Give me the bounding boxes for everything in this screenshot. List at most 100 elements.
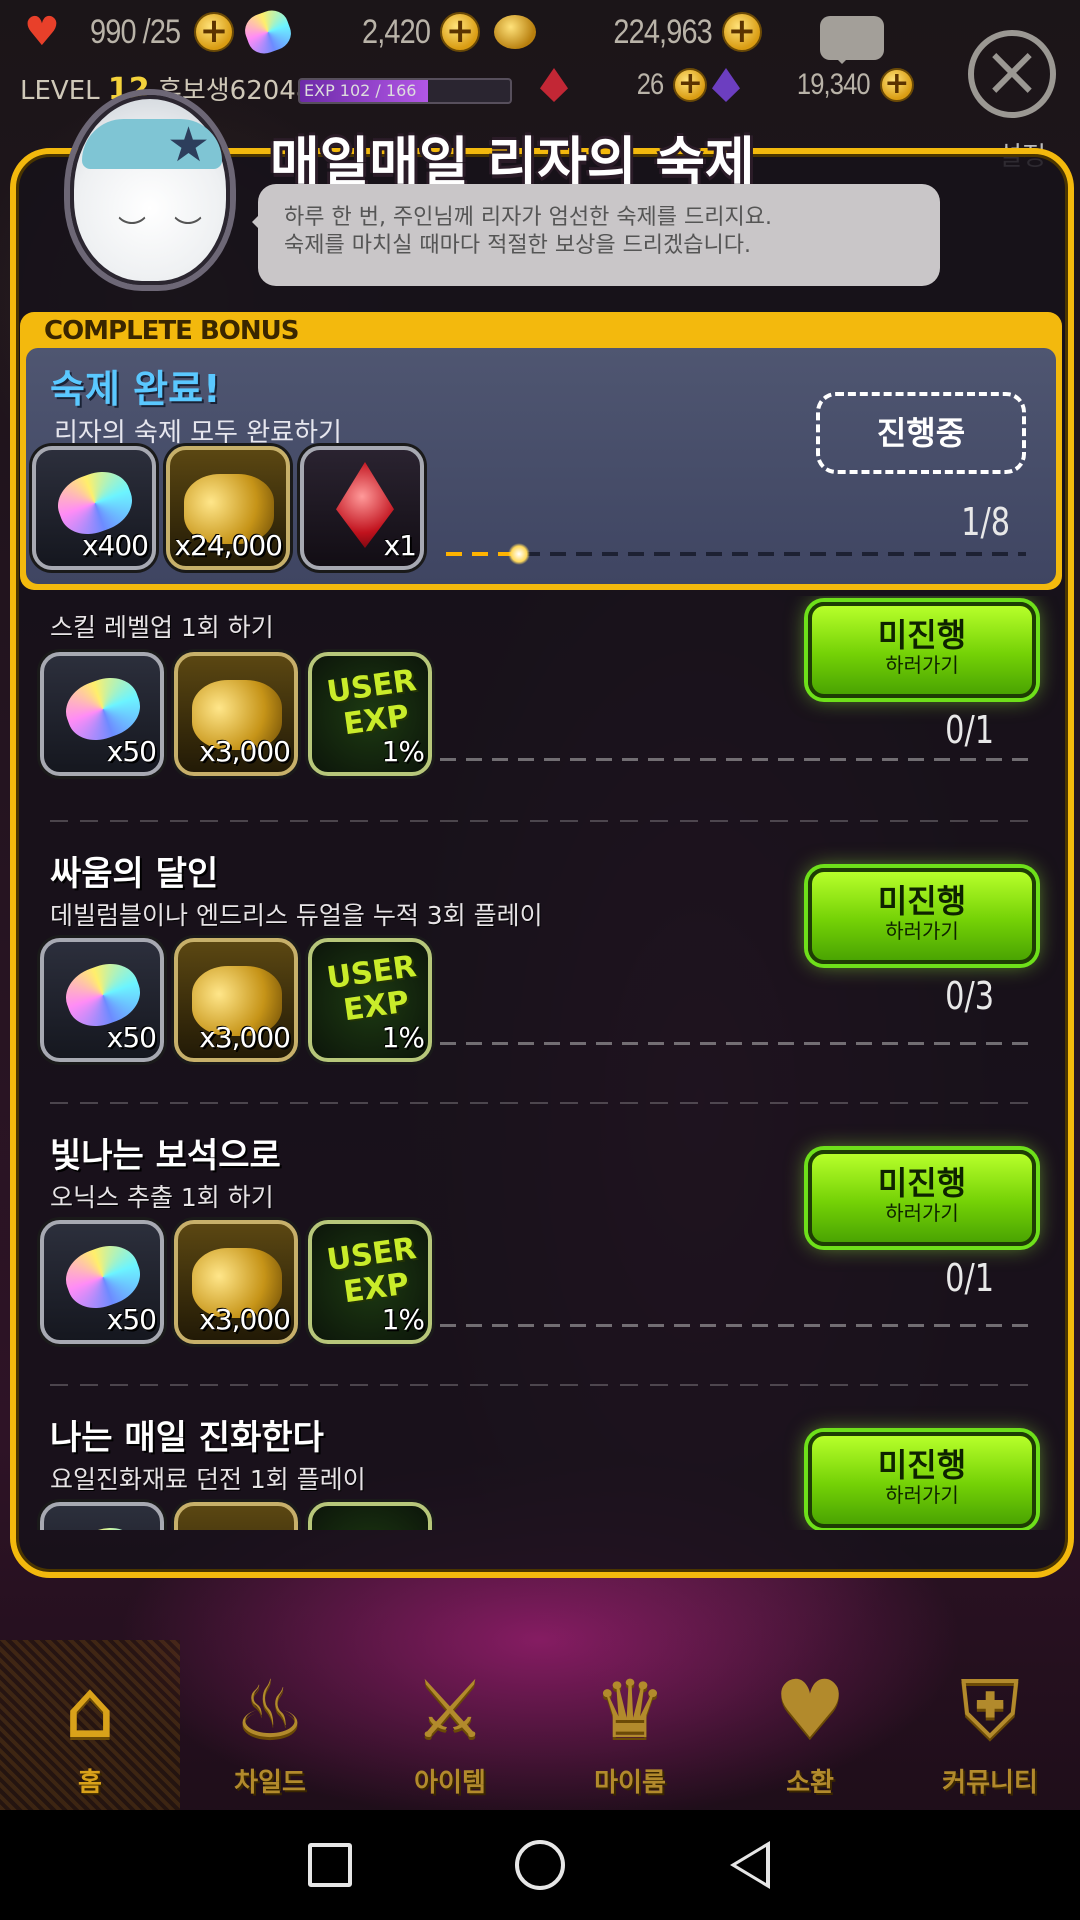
add-stamina-button[interactable]: + <box>194 12 234 52</box>
reward-gem[interactable]: x400 <box>32 446 156 570</box>
quest-go-button[interactable]: 미진행 하러가기 <box>808 868 1036 964</box>
player-level: LEVEL 12 후보생6204862 <box>20 70 345 107</box>
nav-home[interactable]: ⌂ 홈 <box>0 1640 180 1810</box>
quest-button-status: 미진행 <box>877 1164 967 1202</box>
reward-qty: x3,000 <box>199 1303 291 1336</box>
back-button[interactable] <box>720 1835 780 1895</box>
back-triangle-icon <box>730 1841 770 1889</box>
reward-qty: x50 <box>106 1021 157 1054</box>
purple-crystal-icon <box>712 68 740 102</box>
stamina-max: /25 <box>142 12 180 51</box>
reward-user-exp[interactable]: USER EXP 1% <box>308 1220 432 1344</box>
quest-item-daily-evolution: 나는 매일 진화한다 요일진화재료 던전 1회 플레이 미진행 하러가기 <box>20 1410 1060 1530</box>
reward-gold[interactable] <box>174 1502 298 1530</box>
reward-gem[interactable]: x50 <box>40 1220 164 1344</box>
lisa-avatar: ★ ︶︶ <box>70 95 230 285</box>
gem-value: 2,420 <box>362 12 431 51</box>
gem-icon <box>58 1519 148 1530</box>
nav-community[interactable]: ⛨ 커뮤니티 <box>900 1640 1080 1810</box>
recent-apps-button[interactable] <box>300 1835 360 1895</box>
quest-button-action: 하러가기 <box>885 1201 959 1225</box>
nav-child[interactable]: ♨ 차일드 <box>180 1640 360 1810</box>
nav-label: 마이룸 <box>594 1768 666 1798</box>
reward-qty: 1% <box>381 1303 425 1336</box>
quest-title: 빛나는 보석으로 <box>50 1136 281 1176</box>
quest-button-status: 미진행 <box>877 882 967 920</box>
quest-go-button[interactable]: 미진행 하러가기 <box>808 1150 1036 1246</box>
add-red-crystal-button[interactable]: + <box>673 68 708 102</box>
level-label: LEVEL <box>20 76 100 106</box>
quest-rewards: x50 x3,000 USER EXP 1% <box>40 938 432 1062</box>
quest-rewards <box>40 1502 432 1530</box>
quest-button-status: 미진행 <box>877 616 967 654</box>
reward-qty: x24,000 <box>174 529 283 562</box>
quest-desc: 요일진화재료 던전 1회 플레이 <box>50 1465 366 1494</box>
gem-counter: 2,420 + <box>240 5 481 59</box>
complete-bonus-title: 숙제 완료! <box>50 367 221 411</box>
nav-label: 커뮤니티 <box>942 1768 1038 1798</box>
shield-icon: ⛨ <box>960 1663 1020 1756</box>
complete-bonus-desc: 리자의 숙제 모두 완료하기 <box>54 418 342 448</box>
nav-summon[interactable]: ♥ 소환 <box>720 1640 900 1810</box>
reward-user-exp[interactable] <box>308 1502 432 1530</box>
gem-icon <box>240 5 296 59</box>
reward-gold[interactable]: x3,000 <box>174 938 298 1062</box>
quest-list[interactable]: 스킬 레벨업 1회 하기 미진행 하러가기 0/1 x50 x3,000 USE… <box>20 596 1060 1530</box>
reward-qty: x1 <box>383 529 417 562</box>
add-gold-button[interactable]: + <box>721 12 762 52</box>
complete-bonus-progress <box>446 543 1026 565</box>
stamina-counter: ♥ 990 /25 + <box>24 12 234 52</box>
home-button[interactable] <box>510 1835 570 1895</box>
reward-qty: x3,000 <box>199 735 291 768</box>
quest-progress-line <box>440 1042 1030 1045</box>
sword-shield-icon: ⚔ <box>414 1663 486 1756</box>
circle-icon <box>515 1840 565 1890</box>
chat-icon[interactable] <box>820 16 884 64</box>
nav-label: 홈 <box>78 1768 102 1798</box>
reward-qty: x400 <box>81 529 149 562</box>
reward-gem[interactable] <box>40 1502 164 1530</box>
reward-gem[interactable]: x50 <box>40 652 164 776</box>
reward-gem[interactable]: x50 <box>40 938 164 1062</box>
quest-go-button[interactable]: 미진행 하러가기 <box>808 602 1036 698</box>
exp-text: EXP 102 / 166 <box>304 81 417 100</box>
nav-myroom[interactable]: ♛ 마이룸 <box>540 1640 720 1810</box>
quest-title: 싸움의 달인 <box>50 854 219 894</box>
quest-progress-line <box>440 758 1030 761</box>
reward-gold[interactable]: x24,000 <box>166 446 290 570</box>
close-popup-button[interactable]: × <box>968 30 1056 118</box>
quest-item-skill-levelup: 스킬 레벨업 1회 하기 미진행 하러가기 0/1 x50 x3,000 USE… <box>20 596 1060 868</box>
quest-count: 0/3 <box>944 974 994 1018</box>
reward-gold[interactable]: x3,000 <box>174 1220 298 1344</box>
stamina-value: 990 <box>90 12 137 51</box>
add-purple-crystal-button[interactable]: + <box>879 68 914 102</box>
reward-qty: 1% <box>381 1021 425 1054</box>
quest-item-shining-gem: 빛나는 보석으로 오닉스 추출 1회 하기 미진행 하러가기 0/1 x50 x… <box>20 1128 1060 1412</box>
reward-ruby[interactable]: x1 <box>300 446 424 570</box>
crown-wreath-icon: ♛ <box>594 1663 666 1756</box>
reward-user-exp[interactable]: USER EXP 1% <box>308 938 432 1062</box>
nav-label: 소환 <box>786 1768 834 1798</box>
gold-value: 224,963 <box>613 12 712 51</box>
progress-marker <box>507 543 530 565</box>
gold-counter: 224,963 + <box>494 12 762 52</box>
flame-eye-icon: ♨ <box>234 1663 306 1756</box>
reward-qty: x3,000 <box>199 1021 291 1054</box>
star-icon: ★ <box>166 117 210 173</box>
reward-gold[interactable]: x3,000 <box>174 652 298 776</box>
quest-button-action: 하러가기 <box>885 1483 959 1507</box>
exp-bar: EXP 102 / 166 <box>298 78 512 104</box>
reward-user-exp[interactable]: USER EXP 1% <box>308 652 432 776</box>
nav-item[interactable]: ⚔ 아이템 <box>360 1640 540 1810</box>
quest-item-battle-master: 싸움의 달인 데빌럼블이나 엔드리스 듀얼을 누적 3회 플레이 미진행 하러가… <box>20 846 1060 1130</box>
heart-icon: ♥ <box>24 9 60 55</box>
user-exp-icon: USER EXP <box>324 949 419 1029</box>
red-crystal-counter: 26 + <box>540 68 708 102</box>
complete-bonus-count: 1/8 <box>960 500 1010 544</box>
user-exp-icon: USER EXP <box>324 1231 419 1311</box>
complete-bonus-panel: COMPLETE BONUS 숙제 완료! 리자의 숙제 모두 완료하기 진행중… <box>20 312 1062 590</box>
add-gems-button[interactable]: + <box>440 12 481 52</box>
reward-qty: x50 <box>106 1303 157 1336</box>
quest-go-button[interactable]: 미진행 하러가기 <box>808 1432 1036 1528</box>
red-crystal-icon <box>540 68 568 102</box>
